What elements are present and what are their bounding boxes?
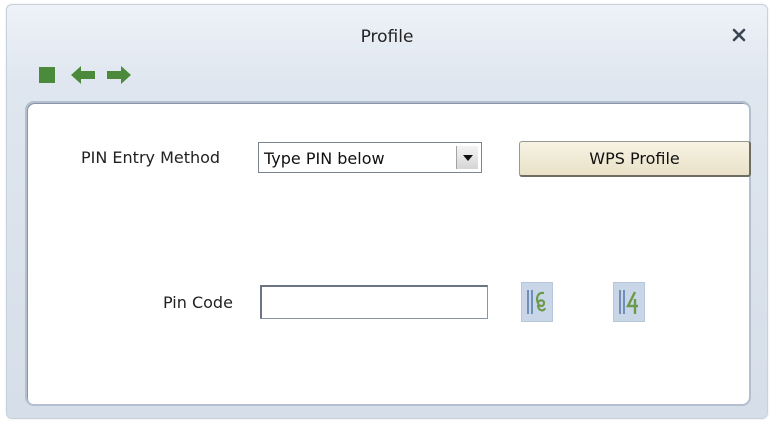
back-arrow-icon <box>71 66 95 84</box>
close-button[interactable] <box>727 23 751 47</box>
back-button[interactable] <box>69 61 97 89</box>
wps-profile-button[interactable]: WPS Profile <box>519 141 751 177</box>
profile-window: Profile PIN Entry Method Type PIN below <box>6 4 768 419</box>
forward-arrow-icon <box>107 66 131 84</box>
stop-button[interactable] <box>33 61 61 89</box>
pin-code-input[interactable] <box>260 285 488 319</box>
stop-icon <box>39 67 55 83</box>
pin-entry-method-label: PIN Entry Method <box>81 148 221 167</box>
close-icon <box>732 28 746 42</box>
forward-button[interactable] <box>105 61 133 89</box>
generate-pin-icon <box>527 290 547 314</box>
content-panel: PIN Entry Method Type PIN below WPS Prof… <box>25 101 751 406</box>
toolbar <box>33 61 141 89</box>
copy-pin-icon <box>619 290 638 314</box>
pin-entry-method-value: Type PIN below <box>264 149 385 168</box>
copy-pin-button[interactable] <box>613 282 645 322</box>
pin-entry-method-select[interactable]: Type PIN below <box>258 142 482 173</box>
chevron-down-icon <box>462 154 473 161</box>
generate-pin-button[interactable] <box>521 282 553 322</box>
pin-code-label: Pin Code <box>163 293 233 312</box>
window-title: Profile <box>360 27 414 47</box>
dropdown-arrow[interactable] <box>456 146 478 169</box>
